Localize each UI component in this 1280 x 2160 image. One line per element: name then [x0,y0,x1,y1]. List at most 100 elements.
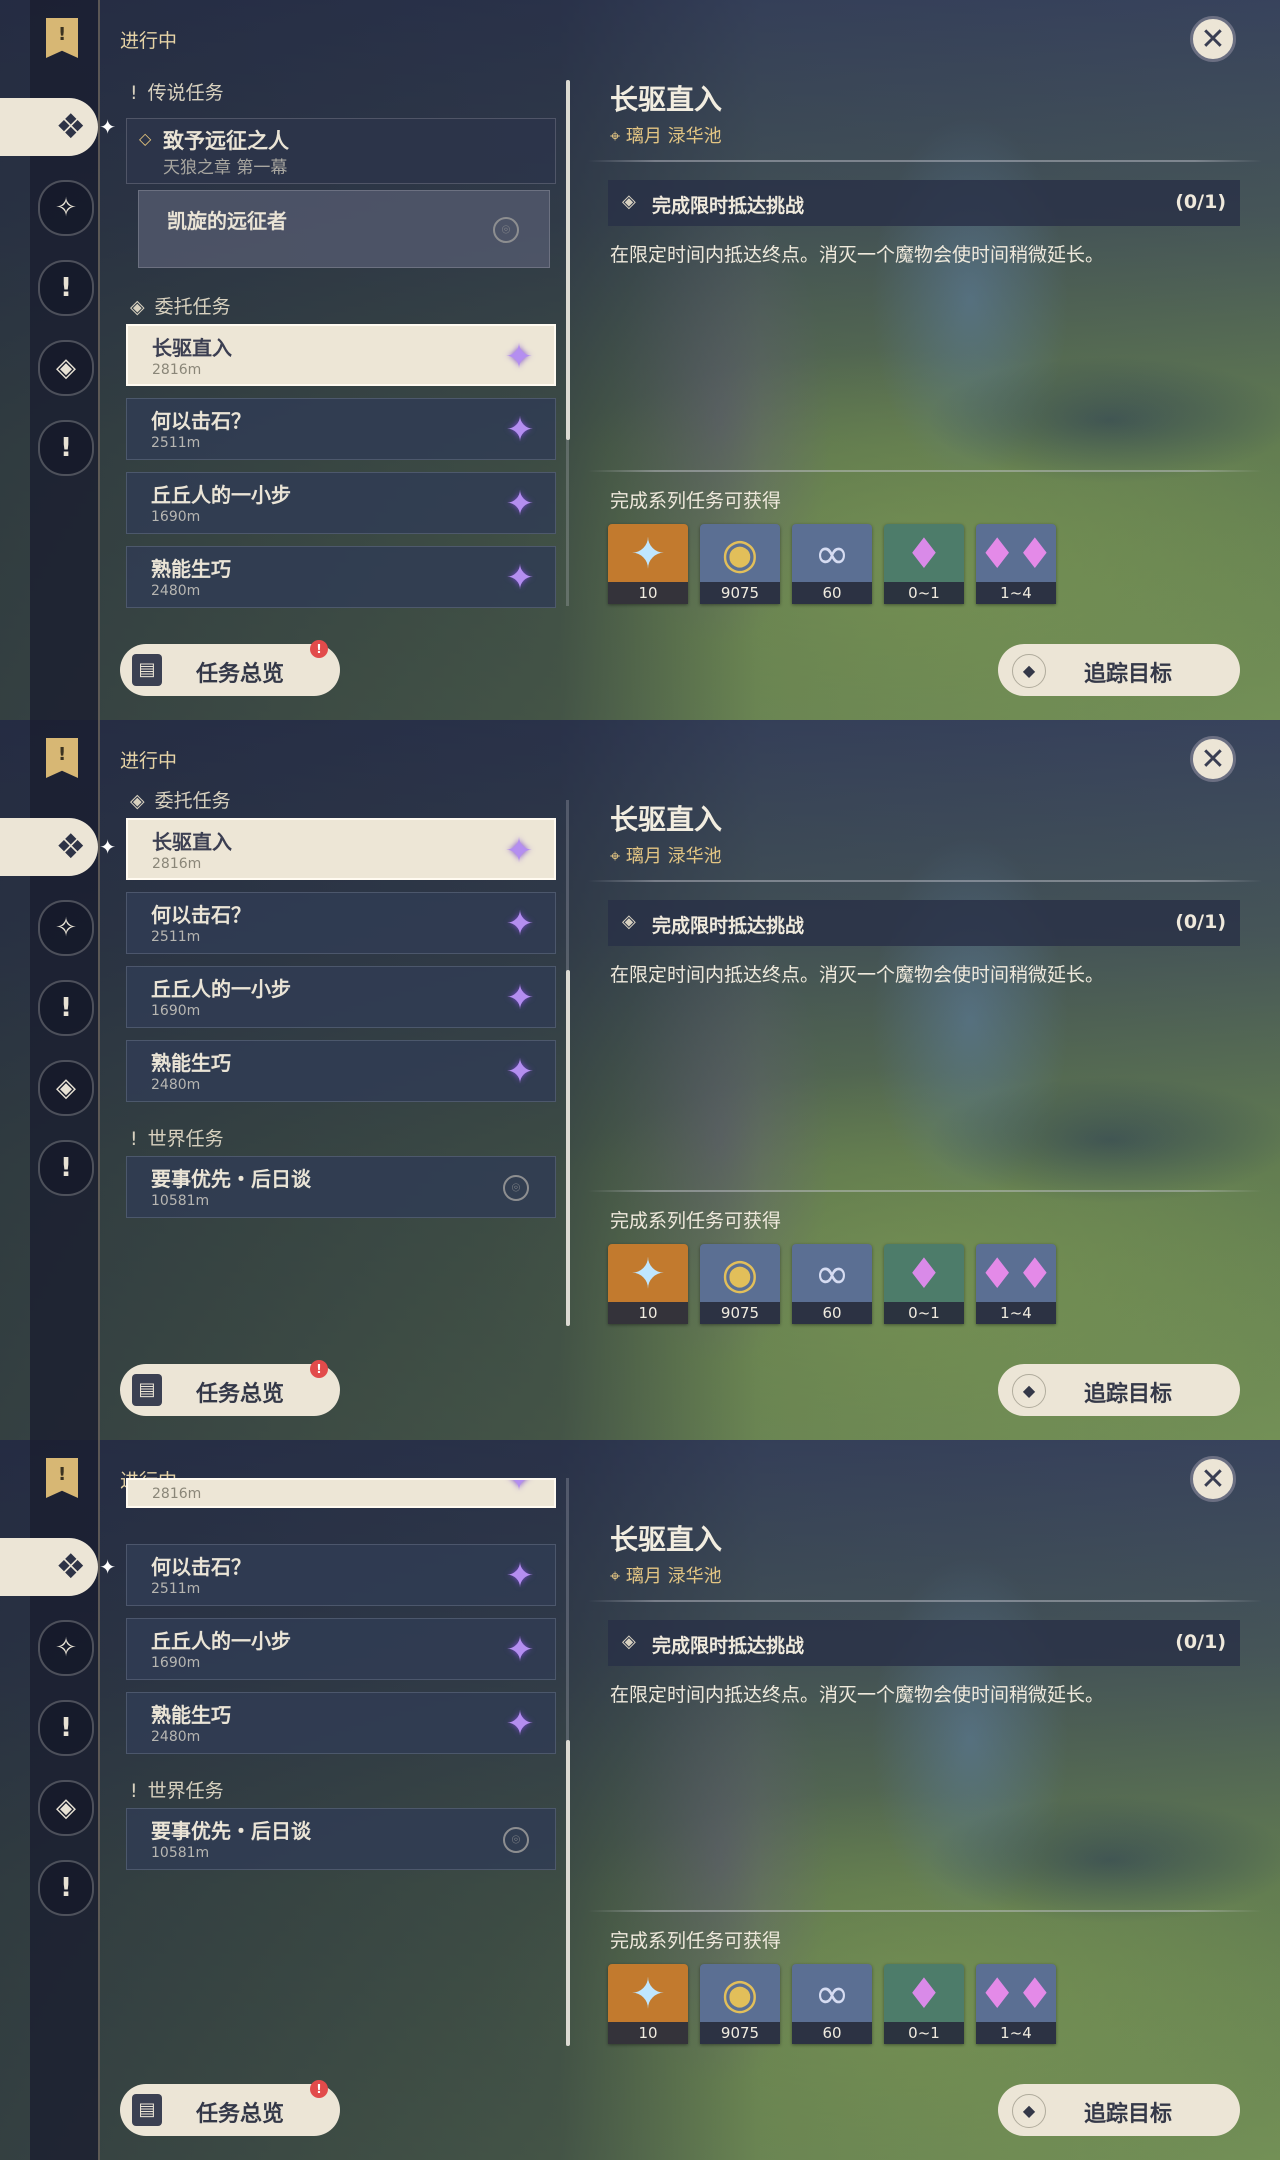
sparkle-icon: ✦ [99,115,116,139]
crystal-large-icon: ♦♦ [978,1968,1054,2018]
tab-commission[interactable]: ❖ ✦ [0,818,116,876]
world-icon: ! [60,1873,72,1903]
reward-item[interactable]: ∞ 60 [792,524,872,604]
objective-row: ◈ 完成限时抵达挑战 (0/1) [608,180,1240,226]
story-icon: ◈ [56,1793,76,1823]
quest-panel-1: ❖✦ ✧ ! ◈ ! 进行中 ✕ !传说任务 ◇ 致予远征之人 天狼之章 第一幕… [0,0,1280,720]
track-button[interactable]: ◆ 追踪目标 [998,644,1240,696]
track-diamond-icon: ◆ [1012,1374,1046,1408]
world-icon: ! [60,1153,72,1183]
quest-card[interactable]: 丘丘人的一小步 1690m ✦ [126,966,556,1028]
quest-card[interactable]: 何以击石？ 2511m ✦ [126,398,556,460]
track-diamond-icon: ◆ [1012,654,1046,688]
legend-small-icon: ! [130,82,138,104]
reward-item[interactable]: ◉ 9075 [700,524,780,604]
tab-commission[interactable]: ❖ ✦ [0,1538,116,1596]
reward-item[interactable]: ✦ 10 [608,1964,688,2044]
quest-card[interactable]: 何以击石？ 2511m ✦ [126,1544,556,1606]
location-pin-icon: ⌖ [610,126,626,147]
track-button[interactable]: ◆ 追踪目标 [998,2084,1240,2136]
mora-icon: ◉ [721,1248,759,1298]
close-button[interactable]: ✕ [1190,1456,1236,1502]
story-icon: ◈ [56,353,76,383]
legend-icon: ! [60,1713,72,1743]
objective-description: 在限定时间内抵达终点。消灭一个魔物会使时间稍微延长。 [610,244,1105,266]
location-pin-icon: ⌖ [610,1566,626,1587]
quest-card[interactable]: 何以击石？ 2511m ✦ [126,892,556,954]
reward-item[interactable]: ♦ 0~1 [884,524,964,604]
close-icon: ✕ [1200,21,1226,57]
commission-star-icon: ✦ [505,978,535,1018]
sparkle-icon: ✦ [99,835,116,859]
close-button[interactable]: ✕ [1190,736,1236,782]
section-world: ! 世界任务 [130,1128,224,1150]
scrollbar-thumb[interactable] [566,1740,570,2046]
reward-item[interactable]: ♦ 0~1 [884,1244,964,1324]
tab-legend[interactable]: ! [38,980,94,1036]
status-title: 进行中 [120,30,178,52]
close-button[interactable]: ✕ [1190,16,1236,62]
quest-card[interactable]: 要事优先・后日谈 10581m ⌾ [126,1808,556,1870]
tab-legend[interactable]: ! [38,260,94,316]
objective-diamond-icon: ◈ [622,911,636,932]
reward-item[interactable]: ◉ 9075 [700,1964,780,2044]
reward-item[interactable]: ✦ 10 [608,524,688,604]
commission-star-icon: ✦ [504,1478,534,1499]
quest-card[interactable]: 2816m ✦ [126,1478,556,1508]
reward-item[interactable]: ♦♦ 1~4 [976,1244,1056,1324]
scrollbar-thumb[interactable] [566,970,570,1326]
quest-overview-button[interactable]: ▤ 任务总览 [120,1364,340,1416]
reward-item[interactable]: ✦ 10 [608,1244,688,1324]
archon-icon: ✧ [55,1633,77,1663]
quest-card[interactable]: 丘丘人的一小步 1690m ✦ [126,472,556,534]
world-small-icon: ! [130,1780,138,1802]
section-legend: ! 传说任务 [130,82,224,104]
commission-star-icon: ✦ [505,410,535,450]
quest-card[interactable]: 长驱直入 2816m ✦ [126,818,556,880]
quest-card[interactable]: 熟能生巧 2480m ✦ [126,1040,556,1102]
crystal-large-icon: ♦♦ [978,528,1054,578]
commission-icon: ❖ [55,827,86,867]
track-button[interactable]: ◆ 追踪目标 [998,1364,1240,1416]
detail-title: 长驱直入 [610,83,723,116]
tab-story[interactable]: ◈ [38,1780,94,1836]
reward-item[interactable]: ♦♦ 1~4 [976,524,1056,604]
divider [588,1600,1262,1602]
objective-row: ◈ 完成限时抵达挑战 (0/1) [608,900,1240,946]
reward-item[interactable]: ♦ 0~1 [884,1964,964,2044]
quest-card[interactable]: 熟能生巧 2480m ✦ [126,1692,556,1754]
reward-title: 完成系列任务可获得 [610,490,782,512]
legend-quest-card[interactable]: ◇ 致予远征之人 天狼之章 第一幕 [126,118,556,184]
tab-legend[interactable]: ! [38,1700,94,1756]
crystal-small-icon: ♦ [905,1968,943,2018]
quest-overview-button[interactable]: ▤ 任务总览 [120,644,340,696]
tab-commission[interactable]: ❖ ✦ [0,98,116,156]
quest-card[interactable]: 熟能生巧 2480m ✦ [126,546,556,608]
quest-card[interactable]: 要事优先・后日谈 10581m ⌾ [126,1156,556,1218]
scrollbar-thumb[interactable] [566,80,570,440]
tab-world[interactable]: ! [38,1140,94,1196]
tab-world[interactable]: ! [38,420,94,476]
archon-icon: ✧ [55,913,77,943]
quest-card[interactable]: 丘丘人的一小步 1690m ✦ [126,1618,556,1680]
tab-archon[interactable]: ✧ [38,1620,94,1676]
tab-archon[interactable]: ✧ [38,900,94,956]
commission-icon: ❖ [55,107,86,147]
reward-item[interactable]: ◉ 9075 [700,1244,780,1324]
map-pin-icon: ⌾ [493,217,519,243]
objective-diamond-icon: ◈ [622,191,636,212]
mora-icon: ◉ [721,528,759,578]
legend-subquest-card[interactable]: 凯旋的远征者 ⌾ [138,190,550,268]
quest-card[interactable]: 长驱直入 2816m ✦ [126,324,556,386]
map-pin-icon: ⌾ [503,1175,529,1201]
tab-archon[interactable]: ✧ [38,180,94,236]
tab-story[interactable]: ◈ [38,340,94,396]
quest-overview-button[interactable]: ▤ 任务总览 [120,2084,340,2136]
reward-item[interactable]: ♦♦ 1~4 [976,1964,1056,2044]
reward-item[interactable]: ∞ 60 [792,1244,872,1324]
tab-world[interactable]: ! [38,1860,94,1916]
reward-item[interactable]: ∞ 60 [792,1964,872,2044]
section-commission: ◈ 委托任务 [130,296,231,318]
objective-count: (0/1) [1175,191,1226,213]
tab-story[interactable]: ◈ [38,1060,94,1116]
